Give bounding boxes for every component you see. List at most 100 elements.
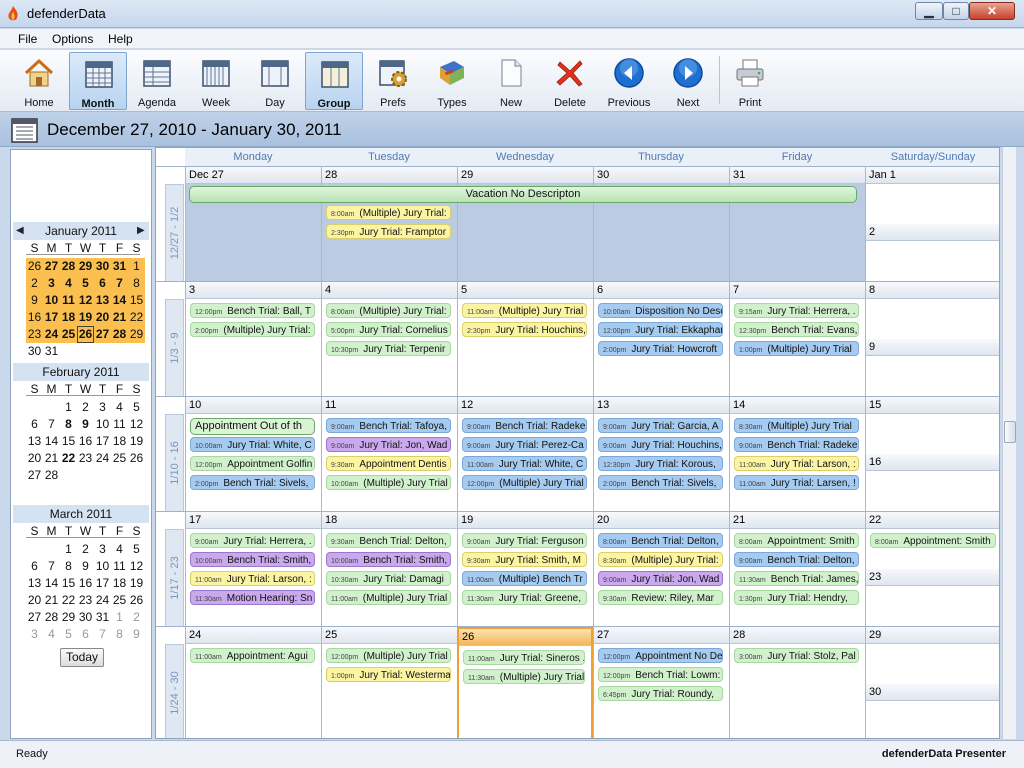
weekend-day-sunday[interactable]: 23: [866, 569, 999, 626]
day-cell[interactable]: 12 9:00am Bench Trial: Radeke 9:00am Jury Tr…: [457, 397, 593, 511]
mini-calendar-day[interactable]: 1: [60, 399, 77, 416]
calendar-event[interactable]: 12:30pm Jury Trial: Korous,: [598, 456, 723, 471]
calendar-event[interactable]: 11:00am Jury Trial: Larsen, !: [734, 475, 859, 490]
mini-calendar-day[interactable]: 11: [111, 558, 128, 575]
mini-calendar-day[interactable]: 4: [60, 275, 77, 292]
day-number[interactable]: 4: [322, 282, 457, 299]
mini-calendar-day[interactable]: 6: [26, 416, 43, 433]
day-number[interactable]: 16: [866, 454, 999, 471]
calendar-event[interactable]: 10:00am Bench Trial: Smith,: [190, 552, 315, 567]
mini-calendar-day[interactable]: 16: [26, 309, 43, 326]
mini-calendar-day[interactable]: 16: [77, 433, 94, 450]
weekend-day-saturday[interactable]: 22 8:00am Appointment: Smith: [866, 512, 999, 569]
calendar-event[interactable]: 9:30am Bench Trial: Delton,: [326, 533, 451, 548]
menu-options[interactable]: Options: [52, 32, 93, 46]
calendar-event[interactable]: 2:00pm (Multiple) Jury Trial:: [190, 322, 315, 337]
day-number[interactable]: 11: [322, 397, 457, 414]
calendar-event[interactable]: 2:00pm Bench Trial: Sivels,: [190, 475, 315, 490]
calendar-event[interactable]: Appointment Out of th: [190, 418, 315, 435]
day-cell[interactable]: 28 8:00am (Multiple) Jury Trial: 2:30pm Jury…: [321, 167, 457, 281]
calendar-event[interactable]: 12:00pm Bench Trial: Ball, T: [190, 303, 315, 318]
day-number[interactable]: 10: [186, 397, 321, 414]
calendar-event[interactable]: 9:00am Bench Trial: Tafoya,: [326, 418, 451, 433]
calendar-event[interactable]: 8:00am (Multiple) Jury Trial:: [326, 205, 451, 220]
calendar-event[interactable]: 9:30am Appointment Dentis: [326, 456, 451, 471]
mini-calendar-day[interactable]: 8: [60, 416, 77, 433]
scrollbar-thumb[interactable]: [1004, 421, 1016, 443]
day-number[interactable]: 26: [459, 629, 591, 646]
mini-calendar-day[interactable]: 17: [94, 433, 111, 450]
day-number[interactable]: 3: [186, 282, 321, 299]
mini-calendar-day[interactable]: 25: [111, 592, 128, 609]
day-number[interactable]: 18: [322, 512, 457, 529]
mini-calendar-day[interactable]: 2: [128, 609, 145, 626]
mini-calendar-day[interactable]: 24: [94, 592, 111, 609]
week-label[interactable]: 12/27 - 1/2: [165, 184, 184, 282]
calendar-event[interactable]: 10:00am Jury Trial: White, C: [190, 437, 315, 452]
day-number[interactable]: 30: [866, 684, 999, 701]
mini-calendar-day[interactable]: 20: [26, 592, 43, 609]
calendar-event[interactable]: 6:45pm Jury Trial: Roundy,: [598, 686, 723, 701]
day-cell[interactable]: 13 9:00am Jury Trial: Garcia, A 9:00am Jury …: [593, 397, 729, 511]
day-cell[interactable]: 30: [593, 167, 729, 281]
mini-calendar-day[interactable]: 30: [77, 609, 94, 626]
day-number[interactable]: 7: [730, 282, 865, 299]
mini-calendar-day[interactable]: 4: [111, 399, 128, 416]
mini-calendar-day[interactable]: 9: [77, 558, 94, 575]
calendar-event[interactable]: 12:00pm Appointment Golfin: [190, 456, 315, 471]
calendar-scrollbar[interactable]: [1002, 147, 1016, 739]
day-cell[interactable]: 25 12:00pm (Multiple) Jury Trial 1:00pm Jury…: [321, 627, 457, 738]
calendar-event[interactable]: 10:00am Disposition No Desc: [598, 303, 723, 318]
mini-calendar-day[interactable]: 8: [128, 275, 145, 292]
day-number[interactable]: 15: [866, 397, 999, 414]
mini-calendar-day[interactable]: 7: [94, 626, 111, 643]
mini-prev-month-icon[interactable]: ◀: [16, 225, 24, 236]
toolbar-home-button[interactable]: Home: [10, 52, 68, 110]
day-cell[interactable]: 29: [457, 167, 593, 281]
mini-calendar-day[interactable]: 14: [43, 433, 60, 450]
weekend-day-sunday[interactable]: 2: [866, 224, 999, 281]
mini-calendar-day[interactable]: 10: [94, 558, 111, 575]
calendar-event[interactable]: 1:30pm Jury Trial: Hendry,: [734, 590, 859, 605]
mini-calendar-day[interactable]: 28: [60, 258, 77, 275]
mini-calendar-day[interactable]: 18: [60, 309, 77, 326]
day-number[interactable]: 24: [186, 627, 321, 644]
day-cell[interactable]: 22 8:00am Appointment: Smith 23: [865, 512, 999, 626]
mini-calendar-day[interactable]: 26: [128, 592, 145, 609]
toolbar-day-button[interactable]: Day: [246, 52, 304, 110]
mini-calendar-day[interactable]: 6: [77, 626, 94, 643]
mini-calendar-day[interactable]: 29: [77, 258, 94, 275]
day-number[interactable]: 14: [730, 397, 865, 414]
mini-calendar-day[interactable]: 12: [77, 292, 94, 309]
mini-calendar-day[interactable]: 9: [128, 626, 145, 643]
mini-calendar-day[interactable]: 18: [111, 433, 128, 450]
mini-calendar-day[interactable]: 26: [77, 326, 94, 343]
day-number[interactable]: 2: [866, 224, 999, 241]
day-cell[interactable]: 89: [865, 282, 999, 396]
mini-calendar-day[interactable]: 18: [111, 575, 128, 592]
mini-next-month-icon[interactable]: ▶: [137, 225, 145, 236]
calendar-event[interactable]: 12:00pm Bench Trial: Lowm:: [598, 667, 723, 682]
mini-calendar-day[interactable]: 25: [111, 450, 128, 467]
day-number[interactable]: 25: [322, 627, 457, 644]
vacation-event[interactable]: Vacation No Descripton: [189, 186, 857, 203]
day-cell[interactable]: 19 9:00am Jury Trial: Ferguson 9:30am Jury T…: [457, 512, 593, 626]
mini-calendar-day[interactable]: 17: [94, 575, 111, 592]
calendar-event[interactable]: 9:00am Jury Trial: Houchins,: [598, 437, 723, 452]
mini-calendar-day[interactable]: 27: [26, 467, 43, 484]
mini-calendar-day[interactable]: 5: [77, 275, 94, 292]
mini-calendar-day[interactable]: 24: [94, 450, 111, 467]
day-number[interactable]: Dec 27: [186, 167, 321, 184]
day-cell[interactable]: 27 12:00pm Appointment No De 12:00pm Bench T…: [593, 627, 729, 738]
mini-calendar-day[interactable]: 19: [77, 309, 94, 326]
mini-calendar-day[interactable]: 4: [43, 626, 60, 643]
mini-calendar-day[interactable]: 12: [128, 416, 145, 433]
calendar-event[interactable]: 11:00am (Multiple) Bench Tr: [462, 571, 587, 586]
day-cell[interactable]: 21 8:00am Appointment: Smith 9:00am Bench Tr…: [729, 512, 865, 626]
day-cell[interactable]: 26 11:00am Jury Trial: Sineros . 11:30am (Mu…: [457, 627, 593, 738]
calendar-event[interactable]: 12:00pm (Multiple) Jury Trial: [326, 648, 451, 663]
mini-calendar-day[interactable]: 1: [128, 258, 145, 275]
mini-calendar-day[interactable]: 1: [111, 609, 128, 626]
weekend-day-saturday[interactable]: 8: [866, 282, 999, 339]
mini-calendar-day[interactable]: 7: [43, 558, 60, 575]
